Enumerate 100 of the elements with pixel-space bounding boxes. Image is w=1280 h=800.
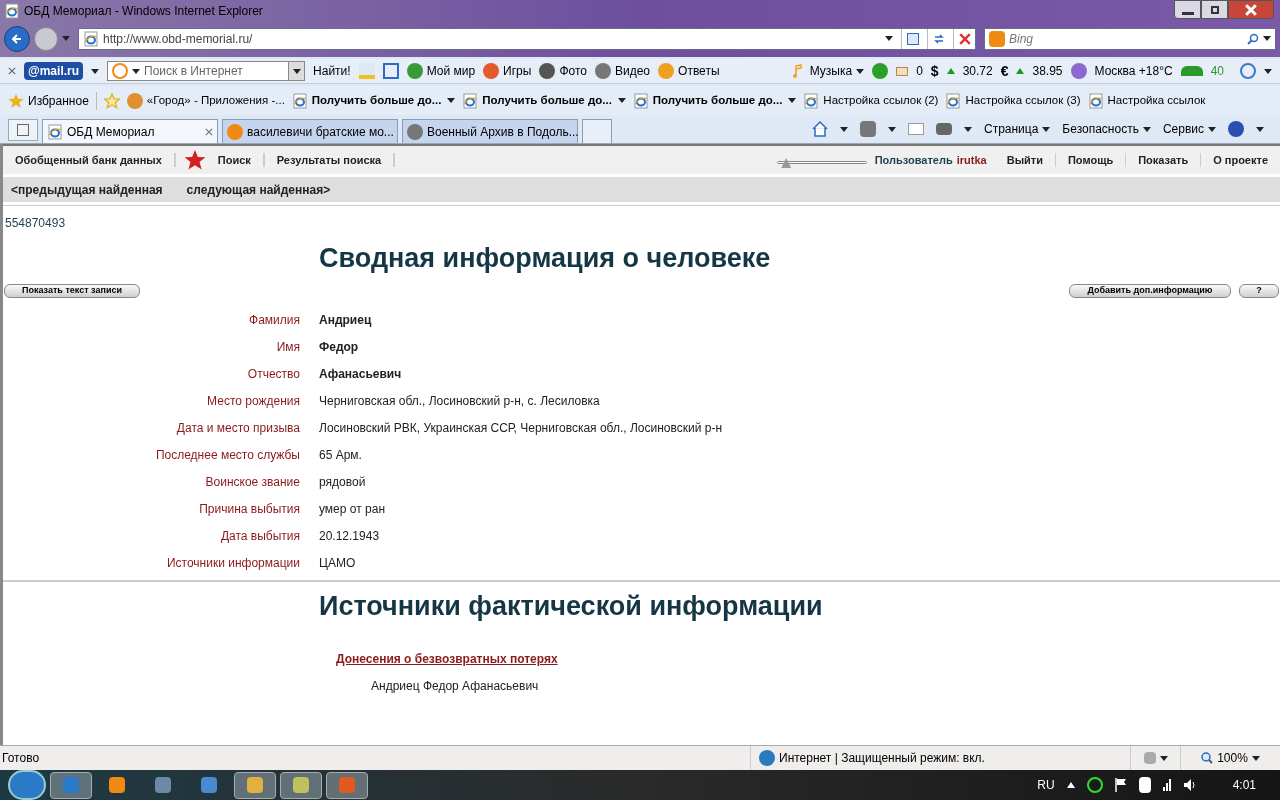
- add-info-button[interactable]: Добавить доп.информацию: [1069, 283, 1231, 298]
- address-field[interactable]: http://www.obd-memorial.ru/: [78, 27, 976, 50]
- search-icon[interactable]: [1247, 32, 1259, 45]
- mail-count[interactable]: 0: [916, 62, 923, 80]
- dropdown-button[interactable]: [288, 62, 305, 80]
- field-value: Черниговская обл., Лосиновский р-н, с. Лесиловка: [319, 393, 600, 411]
- field-label: Дата и место призыва: [175, 420, 300, 438]
- mail-logo[interactable]: @mail.ru: [24, 62, 84, 80]
- start-button[interactable]: [8, 770, 46, 800]
- up-triangle-icon: [946, 68, 955, 74]
- nav-link[interactable]: Результаты поиска: [272, 151, 386, 169]
- show-text-button[interactable]: Показать текст записи: [4, 283, 140, 298]
- favorite-link[interactable]: Получить больше до...: [652, 91, 797, 110]
- mail-icon[interactable]: [907, 123, 924, 135]
- internet-search-input[interactable]: Поиск в Интернет: [144, 62, 289, 80]
- speaker-icon[interactable]: [1182, 778, 1197, 792]
- toolbar-link[interactable]: Фото: [559, 62, 587, 80]
- field-value: умер от ран: [319, 501, 385, 519]
- zone-text: Интернет | Защищенный режим: вкл.: [779, 750, 985, 767]
- browser-tab[interactable]: Военный Архив в Подоль...: [402, 119, 578, 143]
- window-title: ОБД Мемориал - Windows Internet Explorer: [24, 3, 263, 20]
- nav-link[interactable]: О проекте: [1209, 151, 1272, 169]
- page-search-icon[interactable]: [382, 63, 399, 79]
- caret-icon: [132, 68, 141, 74]
- command-menu[interactable]: Страница: [983, 120, 1051, 138]
- command-menu[interactable]: Сервис: [1162, 120, 1216, 138]
- euro-rate[interactable]: 38.95: [1032, 62, 1063, 80]
- nav-link[interactable]: Поиск: [213, 151, 255, 169]
- nav-link[interactable]: Выйти: [1002, 151, 1047, 169]
- star-icon: [8, 92, 24, 109]
- favorite-link[interactable]: Настройка ссылок (3): [965, 91, 1081, 110]
- favorites-button[interactable]: Избранное: [28, 91, 89, 110]
- caret-icon: [1251, 755, 1260, 761]
- envelope-icon: [896, 66, 909, 76]
- clock[interactable]: 4:01: [1232, 776, 1256, 794]
- favorite-link[interactable]: Получить больше до...: [482, 91, 626, 110]
- star-icon: [183, 149, 206, 171]
- nav-link[interactable]: Показать: [1134, 151, 1193, 169]
- find-button[interactable]: Найти!: [313, 62, 351, 80]
- favorite-link[interactable]: «Город» - Приложения -...: [146, 91, 285, 110]
- back-button[interactable]: [4, 25, 30, 52]
- caret-icon: [1042, 126, 1051, 132]
- close-toolbar-icon[interactable]: [8, 67, 16, 75]
- favorite-link[interactable]: Получить больше до...: [311, 91, 456, 110]
- taskbar-app-icon[interactable]: [326, 771, 368, 799]
- help-button[interactable]: ?: [1239, 283, 1279, 298]
- toolbar-link[interactable]: Видео: [615, 62, 651, 80]
- weather-text[interactable]: Москва +18°C: [1094, 62, 1173, 80]
- taskbar-app-icon[interactable]: [234, 771, 276, 799]
- field-label: Дата выбытия: [219, 528, 300, 546]
- caret-icon: [1256, 126, 1264, 132]
- nav-link[interactable]: Обобщенный банк данных: [11, 151, 166, 169]
- tab-site-icon: [227, 123, 243, 140]
- internet-search-field[interactable]: Поиск в Интернет: [107, 61, 306, 81]
- field-label: Отчество: [246, 366, 300, 384]
- search-field[interactable]: Bing: [984, 27, 1276, 50]
- user-name: irutka: [956, 152, 987, 168]
- browser-page-icon: [462, 92, 479, 109]
- field-value: Федор: [319, 339, 359, 357]
- minimize-button[interactable]: [1174, 0, 1201, 19]
- browser-page-icon: [47, 123, 63, 140]
- euro-sign: €: [1000, 61, 1009, 81]
- source-link[interactable]: Донесения о безвозвратных потерях: [336, 649, 558, 668]
- command-menu[interactable]: Безопасность: [1062, 120, 1151, 138]
- close-button[interactable]: [1228, 0, 1274, 19]
- caret-icon: [856, 68, 865, 74]
- signal-icon[interactable]: [1162, 779, 1171, 791]
- caret-icon: [887, 126, 896, 132]
- home-icon[interactable]: [811, 121, 828, 137]
- toolbar-link[interactable]: Игры: [503, 62, 532, 80]
- favorite-link[interactable]: Настройка ссылок: [1107, 91, 1206, 110]
- user-label: Пользователь: [874, 152, 953, 168]
- quick-tabs-button[interactable]: [8, 119, 38, 141]
- nav-link[interactable]: Помощь: [1063, 151, 1118, 169]
- toolbar-link[interactable]: Мой мир: [426, 62, 476, 80]
- search-input[interactable]: Bing: [1009, 29, 1243, 48]
- up-triangle-icon: [1016, 68, 1025, 74]
- dollar-rate[interactable]: 30.72: [962, 62, 993, 80]
- close-icon: [1245, 3, 1257, 16]
- previous-link[interactable]: <предыдущая найденная: [11, 180, 163, 199]
- caret-icon: [1159, 755, 1168, 761]
- browser-page-icon: [4, 3, 20, 19]
- caret-icon: [617, 98, 626, 103]
- toolbar-link[interactable]: Ответы: [678, 62, 720, 80]
- taskbar-app-icon[interactable]: [50, 771, 92, 799]
- close-tab-icon[interactable]: [205, 127, 213, 136]
- field-label: Имя: [275, 339, 300, 357]
- caret-icon: [788, 98, 797, 103]
- browser-tab[interactable]: ОБД Мемориал: [42, 119, 218, 143]
- browser-tab[interactable]: василевичи братские мо...: [222, 119, 398, 143]
- field-label: Фамилия: [248, 312, 300, 330]
- next-link[interactable]: следующая найденная>: [186, 180, 331, 199]
- language-indicator[interactable]: RU: [1037, 776, 1055, 794]
- slider-thumb[interactable]: [781, 158, 792, 168]
- restore-button[interactable]: [1201, 0, 1228, 19]
- caret-icon: [447, 98, 456, 103]
- favorite-link[interactable]: Настройка ссылок (2): [823, 91, 939, 110]
- music-menu[interactable]: Музыка: [809, 62, 865, 80]
- flag-icon[interactable]: [1114, 778, 1127, 792]
- taskbar-app-icon[interactable]: [280, 771, 322, 799]
